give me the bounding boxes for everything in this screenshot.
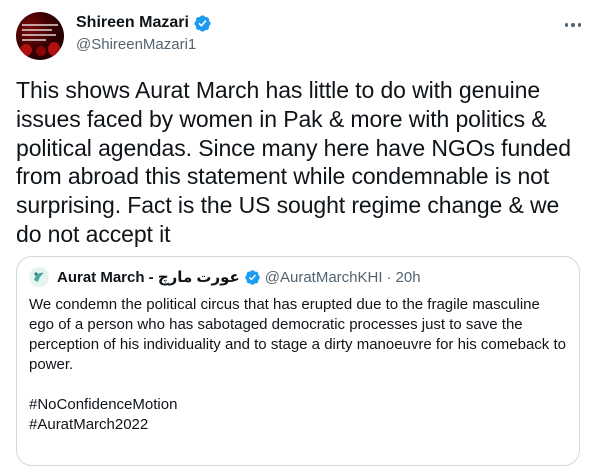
author-name-row: Shireen Mazari (76, 13, 212, 33)
author-avatar[interactable] (16, 12, 64, 60)
more-dot-icon (571, 23, 575, 27)
quoted-author-avatar[interactable] (29, 267, 49, 287)
more-options-button[interactable] (562, 14, 584, 36)
quoted-author-logo-icon (34, 272, 44, 282)
verified-badge-icon (194, 14, 211, 32)
verified-badge-icon (245, 269, 260, 285)
quoted-tweet-hashtags: #NoConfidenceMotion #AuratMarch2022 (29, 395, 569, 435)
author-handle[interactable]: @ShireenMazari1 (76, 35, 196, 55)
quoted-author-handle[interactable]: @AuratMarchKHI (265, 269, 383, 286)
quoted-tweet-timestamp[interactable]: 20h (396, 269, 421, 286)
tweet-text: This shows Aurat March has little to do … (16, 77, 571, 247)
quoted-tweet-text: We condemn the political circus that has… (29, 296, 566, 373)
quoted-tweet-body: We condemn the political circus that has… (29, 295, 569, 435)
hashtag-link[interactable]: #AuratMarch2022 (29, 415, 569, 435)
separator-dot: · (386, 268, 392, 286)
quoted-author-display-name[interactable]: Aurat March - عورت مارچ (57, 268, 240, 286)
tweet-card: Shireen Mazari @ShireenMazari1 This show… (0, 0, 598, 466)
quoted-tweet[interactable]: Aurat March - عورت مارچ @AuratMarchKHI ·… (16, 256, 580, 466)
hashtag-link[interactable]: #NoConfidenceMotion (29, 395, 569, 415)
more-dot-icon (564, 23, 569, 27)
quoted-tweet-header: Aurat March - عورت مارچ @AuratMarchKHI ·… (29, 267, 421, 287)
author-display-name[interactable]: Shireen Mazari (76, 13, 189, 33)
more-dot-icon (577, 23, 582, 27)
